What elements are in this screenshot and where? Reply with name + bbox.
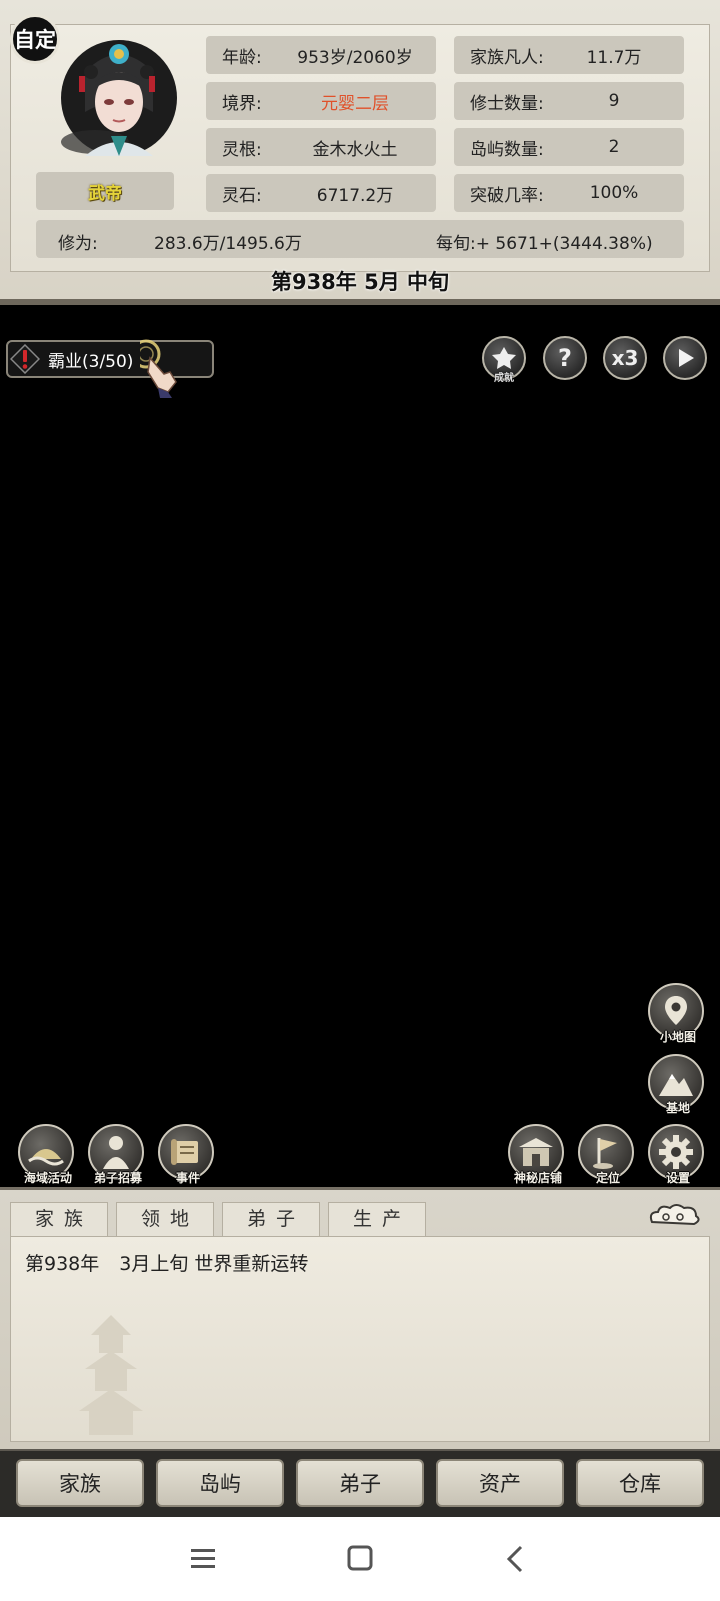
quest-label: 霸业(3/50) — [48, 351, 134, 372]
sea-activity-icon — [28, 1149, 64, 1166]
character-name[interactable]: 武帝 — [36, 172, 174, 210]
system-nav-bar — [0, 1517, 720, 1601]
stat-islands: 岛屿数量: 2 — [454, 128, 684, 166]
recruit-button[interactable]: 弟子招募 — [88, 1124, 144, 1185]
events-button[interactable]: 事件 — [158, 1124, 214, 1185]
stat-label: 年龄: — [222, 47, 262, 68]
achievement-icon — [492, 347, 516, 369]
pagoda-watermark-icon — [79, 1315, 143, 1435]
play-button[interactable] — [663, 336, 707, 380]
stat-label: 灵石: — [222, 185, 262, 206]
stat-label: 突破几率: — [470, 185, 544, 206]
stat-age: 年龄: 953岁/2060岁 — [206, 36, 436, 74]
gear-icon — [659, 1135, 693, 1169]
sea-activity-caption: 海域活动 — [23, 1171, 72, 1185]
stat-label: 境界: — [222, 93, 262, 114]
settings-caption: 设置 — [665, 1171, 690, 1185]
stat-label: 灵根: — [222, 139, 262, 160]
stat-value: 953岁/2060岁 — [297, 47, 413, 68]
nav-warehouse-button[interactable]: 仓库 — [576, 1459, 704, 1507]
recruit-caption: 弟子招募 — [93, 1171, 142, 1185]
help-button[interactable]: ? — [543, 336, 587, 380]
shop-icon — [519, 1138, 553, 1166]
tab-production[interactable]: 生产 — [328, 1202, 426, 1236]
nav-assets-button[interactable]: 资产 — [436, 1459, 564, 1507]
stat-value: 6717.2万 — [316, 185, 394, 206]
settings-button[interactable]: 设置 — [648, 1124, 704, 1185]
home-icon[interactable] — [340, 1541, 380, 1577]
tab-territory[interactable]: 领地 — [116, 1202, 214, 1236]
pointing-hand-icon — [140, 339, 177, 398]
cultivation-rate: 每旬:+ 5671+(3444.38%) — [436, 234, 653, 254]
events-caption: 事件 — [175, 1171, 200, 1185]
mountain-icon — [659, 1074, 693, 1096]
stat-value: 9 — [608, 91, 620, 111]
speed-button[interactable]: x3 — [603, 336, 647, 380]
stat-value: 2 — [608, 137, 620, 157]
tab-family[interactable]: 家族 — [10, 1202, 108, 1236]
custom-badge[interactable]: 自定 — [10, 14, 60, 64]
back-icon[interactable] — [497, 1541, 537, 1577]
play-icon — [679, 349, 694, 367]
help-icon: ? — [558, 344, 572, 372]
cultivation-value: 283.6万/1495.6万 — [154, 234, 302, 254]
locate-caption: 定位 — [595, 1171, 620, 1185]
log-entry-year: 第938年 — [25, 1253, 100, 1275]
sea-activity-button[interactable]: 海域活动 — [18, 1124, 74, 1185]
stat-cultivators: 修士数量: 9 — [454, 82, 684, 120]
speed-label: x3 — [611, 346, 639, 370]
stat-value: 元婴二层 — [321, 93, 389, 114]
minimap-caption: 小地图 — [659, 1030, 696, 1044]
nav-disciples-button[interactable]: 弟子 — [296, 1459, 424, 1507]
stat-value: 100% — [589, 183, 639, 203]
shop-caption: 神秘店铺 — [513, 1171, 562, 1185]
stat-mortals: 家族凡人: 11.7万 — [454, 36, 684, 74]
nav-family-button[interactable]: 家族 — [16, 1459, 144, 1507]
bottom-nav: 家族 岛屿 弟子 资产 仓库 — [0, 1449, 720, 1517]
log-entry-text: 3月上旬 世界重新运转 — [119, 1253, 309, 1275]
stat-spirit-root: 灵根: 金木水火土 — [206, 128, 436, 166]
scroll-icon — [171, 1139, 198, 1165]
status-panel: 自定 武帝 年龄: 953岁/2060岁 境界: 元婴二层 灵根: 金木水火土 … — [0, 0, 720, 305]
cultivation-bar: 修为: 283.6万/1495.6万 每旬:+ 5671+(3444.38%) — [36, 220, 684, 258]
nav-islands-button[interactable]: 岛屿 — [156, 1459, 284, 1507]
stat-value: 金木水火土 — [312, 139, 398, 160]
stat-breakthrough: 突破几率: 100% — [454, 174, 684, 212]
stat-label: 岛屿数量: — [470, 139, 544, 160]
shop-button[interactable]: 神秘店铺 — [508, 1124, 564, 1185]
warning-icon — [10, 344, 40, 374]
achievement-caption: 成就 — [494, 373, 514, 384]
cloud-ornament-icon[interactable] — [646, 1200, 702, 1228]
base-caption: 基地 — [665, 1101, 690, 1115]
map-pin-icon — [665, 996, 687, 1025]
stat-value: 11.7万 — [586, 47, 642, 68]
tab-disciples[interactable]: 弟子 — [222, 1202, 320, 1236]
disciple-icon — [103, 1136, 129, 1169]
locate-button[interactable]: 定位 — [578, 1124, 634, 1185]
flag-icon — [593, 1138, 617, 1169]
log-panel: 家族 领地 弟子 生产 第938年 3月上旬 世界重新运转 — [0, 1187, 720, 1449]
menu-icon[interactable] — [183, 1541, 223, 1577]
cultivation-label: 修为: — [58, 234, 98, 254]
achievement-button[interactable]: 成就 — [482, 336, 526, 384]
stat-label: 修士数量: — [470, 93, 544, 114]
stat-label: 家族凡人: — [470, 47, 544, 68]
game-date: 第938年 5月 中旬 — [270, 270, 450, 294]
character-avatar[interactable] — [55, 32, 179, 160]
log-box[interactable]: 第938年 3月上旬 世界重新运转 — [10, 1236, 710, 1442]
minimap-button[interactable]: 小地图 — [648, 983, 704, 1044]
stat-realm: 境界: 元婴二层 — [206, 82, 436, 120]
log-entry: 第938年 3月上旬 世界重新运转 — [25, 1249, 308, 1276]
base-button[interactable]: 基地 — [648, 1054, 704, 1115]
stat-spirit-stones: 灵石: 6717.2万 — [206, 174, 436, 212]
